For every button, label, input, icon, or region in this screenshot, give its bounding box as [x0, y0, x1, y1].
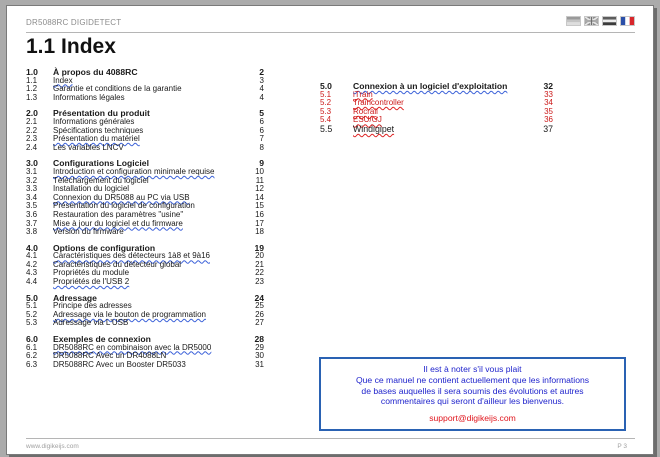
- notice-line: de bases auquelles il sera soumis des év…: [361, 385, 584, 396]
- toc-number: 5.5: [320, 123, 333, 134]
- toc-label: Les variables LNCV: [53, 142, 124, 152]
- toc-label: Connexion à un logiciel d'exploitation: [353, 81, 508, 91]
- page-title: 1.1 Index: [26, 35, 116, 58]
- toc-page-number: 31: [255, 359, 264, 369]
- toc-number: 5.3: [26, 318, 38, 328]
- toc-label: Propriétés de l'USB 2: [53, 277, 130, 287]
- footer-divider: [26, 438, 635, 439]
- flag-uk-icon[interactable]: [584, 16, 599, 26]
- toc-number: 1.3: [26, 92, 38, 102]
- flag-nl-icon[interactable]: [602, 16, 617, 26]
- notice-line: Que ce manuel ne contient actuellement q…: [355, 374, 590, 385]
- support-email-link[interactable]: support@digikeijs.com: [321, 413, 624, 424]
- toc-page-number: 37: [543, 123, 553, 134]
- toc-right-column: 5.0 Connexion à un logiciel d'exploitatio…: [320, 82, 553, 134]
- toc-entry[interactable]: 4.4 Propriétés de l'USB 2 23: [26, 277, 264, 287]
- notice-line: Il est à noter s'il vous plait: [423, 364, 522, 374]
- toc-label: DR5088RC Avec un Booster DR5033: [53, 359, 186, 369]
- toc-number: 3.8: [26, 227, 38, 237]
- flag-fr-icon[interactable]: [620, 16, 635, 26]
- notice-line: commentaires qui seront d'ailleur les bi…: [380, 396, 565, 407]
- toc-entry[interactable]: 2.4 Les variables LNCV 8: [26, 142, 264, 153]
- toc-page-number: 18: [255, 227, 264, 237]
- header-divider: [26, 32, 635, 33]
- toc-entry[interactable]: 3.8 Version du firmware 18: [26, 227, 264, 237]
- toc-entry[interactable]: 1.3 Informations légales 4: [26, 92, 264, 103]
- notice-box: Il est à noter s'il vous plait Que ce ma…: [319, 357, 626, 431]
- toc-label: Version du firmware: [53, 227, 124, 237]
- footer-page-number: P 3: [617, 443, 627, 450]
- toc-entry[interactable]: 6.3 DR5088RC Avec un Booster DR5033 31: [26, 359, 264, 370]
- footer-website: www.digikeijs.com: [26, 443, 79, 450]
- document-header-title: DR5088RC DIGIDETECT: [26, 18, 122, 27]
- toc-entry[interactable]: 5.3 Adressage via L'USB 27: [26, 319, 264, 328]
- document-page: DR5088RC DIGIDETECT 1.1 Index 1.0 À propo…: [6, 5, 654, 455]
- toc-number: 2.4: [26, 142, 38, 152]
- toc-number: 6.3: [26, 359, 38, 369]
- toc-page-number: 8: [259, 142, 264, 152]
- toc-label: Adressage via L'USB: [53, 318, 129, 328]
- toc-page-number: 23: [255, 277, 264, 287]
- toc-label: Informations légales: [53, 92, 125, 102]
- language-selector: [566, 16, 635, 26]
- toc-page-number: 4: [259, 92, 264, 102]
- flag-de-icon[interactable]: [566, 16, 581, 26]
- toc-entry[interactable]: 5.5 Windigipet 37: [320, 125, 553, 134]
- toc-number: 4.4: [26, 277, 38, 287]
- toc-left-column: 1.0 À propos du 4088RC 2 1.1 Index 3 1.2 Garant…: [26, 68, 264, 369]
- toc-label: Windigipet: [353, 123, 395, 134]
- toc-page-number: 27: [255, 318, 264, 328]
